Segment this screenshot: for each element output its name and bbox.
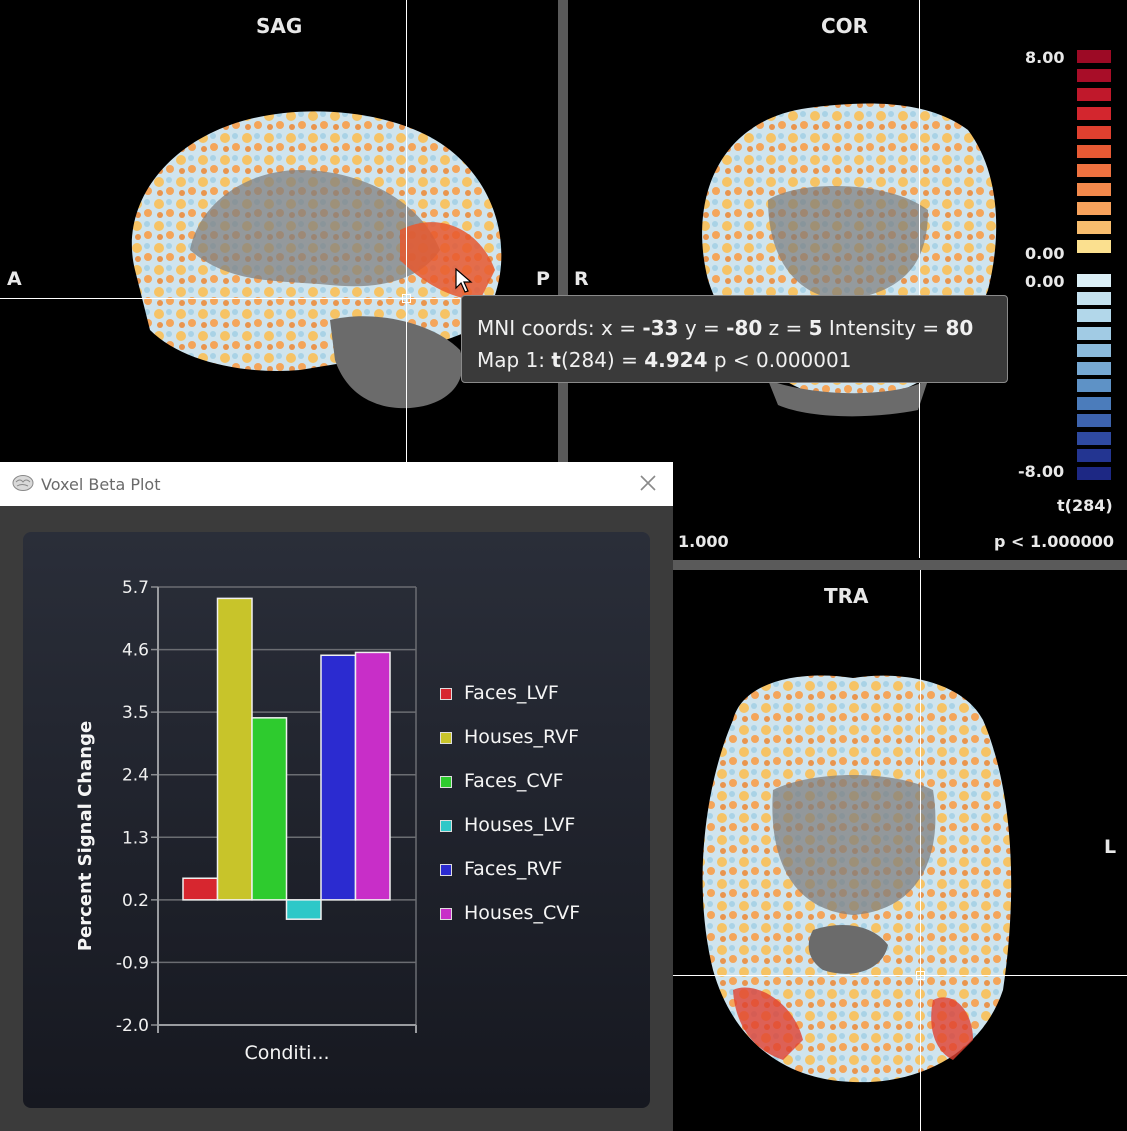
tooltip-line-stats: Map 1: t(284) = 4.924 p < 0.000001	[477, 348, 852, 372]
colorbar-cell-negative	[1077, 309, 1111, 322]
y-tick-label: 3.5	[122, 703, 149, 723]
sagittal-title: SAG	[256, 14, 303, 38]
y-tick-label: 2.4	[122, 766, 149, 786]
brain-icon	[12, 475, 34, 491]
y-tick-label: 1.3	[122, 828, 149, 848]
colorbar-cell-negative	[1077, 449, 1111, 462]
bar-houses-rvf	[216, 597, 253, 901]
colorbar-cell-positive	[1077, 50, 1111, 63]
orient-right-label: R	[574, 268, 589, 290]
sagittal-brain-image	[131, 111, 502, 409]
tooltip-line-coords: MNI coords: x = -33 y = -80 z = 5 Intens…	[477, 316, 974, 340]
legend-swatch	[440, 776, 452, 788]
y-axis-label: Percent Signal Change	[75, 721, 96, 951]
orient-posterior-label: P	[536, 268, 550, 290]
colorbar-stat-label: t(284)	[1057, 496, 1113, 515]
legend-label: Houses_RVF	[464, 726, 580, 748]
bar-faces-rvf	[320, 654, 357, 901]
window-title: Voxel Beta Plot	[41, 475, 161, 494]
view-divider-horizontal[interactable]	[673, 560, 1127, 570]
colorbar-cell-negative	[1077, 291, 1111, 305]
colorbar-cell-positive	[1077, 221, 1111, 234]
colorbar-neg-zero-label: 0.00	[1025, 272, 1065, 291]
y-tick-label: -0.9	[116, 953, 149, 973]
colorbar-min-label: -8.00	[1018, 462, 1065, 481]
colorbar-cell-positive	[1077, 202, 1111, 215]
legend-swatch	[440, 864, 452, 876]
colorbar-cell-positive	[1077, 145, 1111, 158]
legend-label: Faces_CVF	[464, 770, 564, 792]
bar-faces-cvf	[251, 717, 288, 901]
crosshair-vertical	[920, 570, 921, 1131]
colorbar-cell-negative	[1077, 431, 1111, 445]
colorbar-cell-positive	[1077, 183, 1111, 196]
legend-label: Faces_LVF	[464, 682, 559, 704]
close-icon[interactable]	[636, 471, 660, 495]
colorbar-cell-negative	[1077, 414, 1111, 427]
orient-left-label: L	[1104, 836, 1117, 858]
coronal-title: COR	[821, 14, 869, 38]
orient-anterior-label: A	[7, 268, 22, 290]
legend-swatch	[440, 688, 452, 700]
colorbar-cell-negative	[1077, 326, 1111, 340]
sagittal-view[interactable]: SAG A P	[0, 0, 558, 462]
transverse-view[interactable]: TRA L	[673, 570, 1127, 1131]
colorbar-cell-negative	[1077, 344, 1111, 357]
crosshair-horizontal	[673, 975, 1127, 976]
crosshair-vertical	[919, 0, 920, 558]
colorbar-cell-negative	[1077, 466, 1111, 480]
threshold-p-label: p < 1.000000	[994, 532, 1115, 551]
legend-label: Houses_CVF	[464, 902, 581, 924]
y-tick-label: 5.7	[122, 578, 149, 598]
y-tick-label: 4.6	[122, 641, 149, 661]
colorbar-cell-positive	[1077, 69, 1111, 82]
colorbar-cell-negative	[1077, 379, 1111, 392]
legend-swatch	[440, 908, 452, 920]
crosshair-vertical	[406, 0, 407, 462]
bar-faces-lvf	[182, 877, 219, 901]
legend-swatch	[440, 820, 452, 832]
colorbar-max-label: 8.00	[1025, 48, 1065, 67]
colorbar-cell-negative	[1077, 361, 1111, 375]
crosshair-marker	[402, 294, 411, 303]
mouse-cursor-icon	[455, 268, 473, 293]
x-axis-label: Conditi...	[244, 1042, 329, 1064]
voxel-beta-plot-window[interactable]: Voxel Beta Plot 5.7 4.6 3.5 2.4 1.3 0.2 -0.9 -2…	[0, 462, 673, 1131]
legend-label: Faces_RVF	[464, 858, 563, 880]
colorbar-cell-positive	[1077, 126, 1111, 139]
transverse-brain-image	[702, 675, 1012, 1083]
legend-swatch	[440, 732, 452, 744]
colorbar-cell-positive	[1077, 88, 1111, 101]
plot-area: 5.7 4.6 3.5 2.4 1.3 0.2 -0.9 -2.0 Conditi... Perc…	[23, 532, 650, 1108]
colorbar-cell-positive	[1077, 107, 1111, 120]
bar-houses-lvf	[285, 899, 322, 920]
threshold-left-label: 1.000	[678, 532, 729, 551]
y-tick-label: 0.2	[122, 891, 149, 911]
bar-houses-cvf	[354, 651, 391, 901]
y-tick-label: -2.0	[116, 1016, 149, 1036]
legend-label: Houses_LVF	[464, 814, 576, 836]
colorbar-cell-positive	[1077, 164, 1111, 177]
colorbar-cell-negative	[1077, 396, 1111, 410]
crosshair-marker	[916, 971, 925, 980]
colorbar-cell-negative	[1077, 274, 1111, 287]
view-divider-vertical[interactable]	[558, 0, 568, 462]
colorbar-cell-positive	[1077, 240, 1111, 253]
transverse-title: TRA	[824, 584, 869, 608]
colorbar-pos-zero-label: 0.00	[1025, 244, 1065, 263]
coordinate-tooltip: MNI coords: x = -33 y = -80 z = 5 Intens…	[461, 295, 1008, 383]
window-titlebar[interactable]: Voxel Beta Plot	[0, 462, 673, 506]
